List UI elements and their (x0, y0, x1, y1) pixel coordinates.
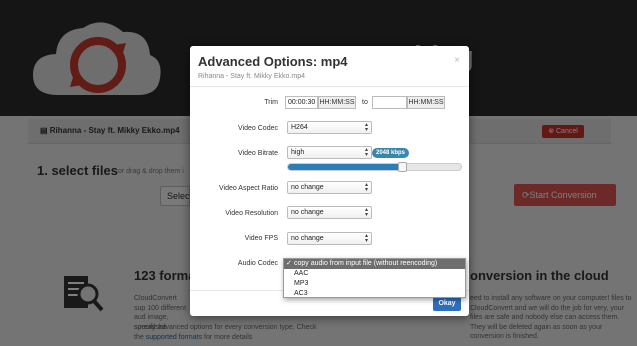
select-arrows-icon: ▴ ▾ (364, 122, 368, 133)
video-fps-select[interactable]: no change ▴ ▾ (287, 232, 372, 245)
trim-end-input[interactable] (372, 96, 407, 109)
bitrate-slider-fill (288, 164, 403, 170)
video-codec-select[interactable]: H264 ▴ ▾ (287, 121, 372, 134)
select-arrows-icon: ▴ ▾ (364, 182, 368, 193)
bitrate-slider-handle[interactable] (398, 162, 408, 172)
video-fps-value: no change (291, 235, 324, 242)
audio-codec-option[interactable]: AAC (284, 269, 465, 279)
video-codec-value: H264 (291, 124, 308, 131)
video-bitrate-label: Video Bitrate (238, 150, 278, 157)
video-resolution-value: no change (291, 209, 324, 216)
video-codec-label: Video Codec (238, 125, 278, 132)
bitrate-slider[interactable] (287, 162, 462, 172)
video-resolution-label: Video Resolution (225, 210, 278, 217)
trim-label: Trim (264, 99, 278, 106)
trim-end-format: HH:MM:SS (407, 96, 445, 109)
select-arrows-icon: ▴ ▾ (364, 233, 368, 244)
trim-to-label: to (362, 99, 368, 106)
audio-codec-dropdown[interactable]: ✓ copy audio from input file (without ree… (283, 258, 466, 298)
video-bitrate-value: high (291, 149, 305, 156)
audio-codec-option[interactable]: AC3 (284, 289, 465, 299)
audio-codec-option[interactable]: MP3 (284, 279, 465, 289)
checkmark-icon: ✓ (286, 260, 292, 267)
video-bitrate-select[interactable]: high ▴ ▾ (287, 146, 372, 159)
modal-title: Advanced Options: mp4 (198, 54, 348, 69)
video-aspect-ratio-select[interactable]: no change ▴ ▾ (287, 181, 372, 194)
trim-start-input[interactable]: 00:00:30 (285, 96, 318, 109)
close-icon[interactable]: × (454, 55, 460, 66)
bitrate-badge: 2048 kbps (372, 148, 410, 158)
modal-subtitle: Rihanna - Stay ft. Mikky Ekko.mp4 (198, 73, 305, 80)
okay-button[interactable]: Okay (433, 297, 461, 311)
header-divider (190, 86, 469, 87)
trim-start-format: HH:MM:SS (318, 96, 356, 109)
video-resolution-select[interactable]: no change ▴ ▾ (287, 206, 372, 219)
audio-codec-label: Audio Codec (237, 260, 278, 267)
video-aspect-ratio-label: Video Aspect Ratio (218, 185, 278, 192)
select-arrows-icon: ▴ ▾ (364, 147, 368, 158)
video-aspect-ratio-value: no change (291, 184, 324, 191)
audio-codec-option[interactable]: ✓ copy audio from input file (without ree… (284, 259, 465, 269)
select-arrows-icon: ▴ ▾ (364, 207, 368, 218)
video-fps-label: Video FPS (244, 235, 278, 242)
